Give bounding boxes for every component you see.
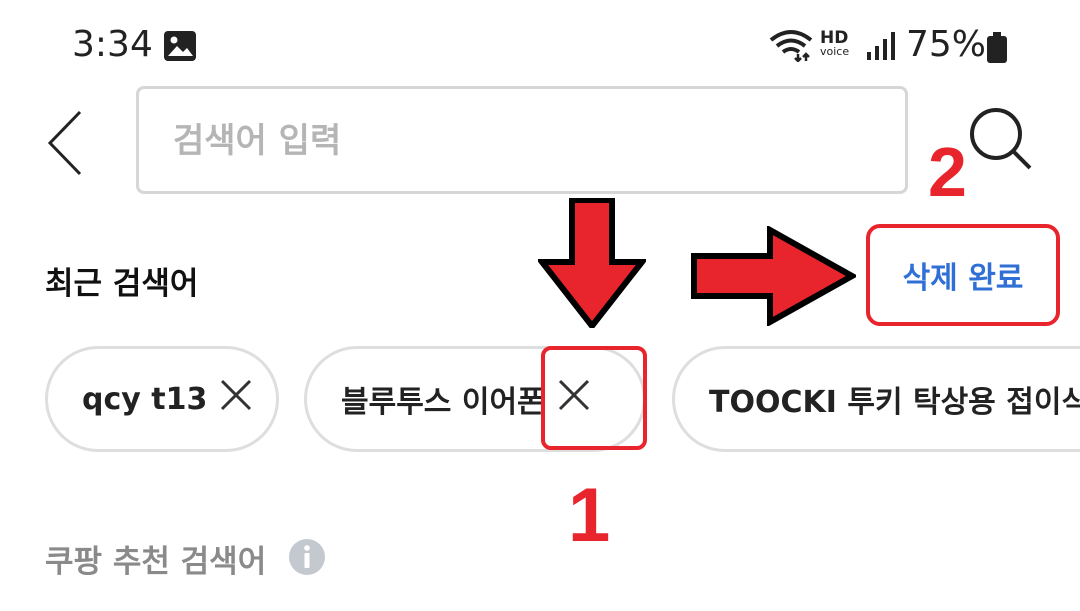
close-icon[interactable] [219, 378, 253, 420]
search-field[interactable] [136, 86, 908, 194]
recent-searches-title: 최근 검색어 [45, 266, 199, 302]
recommended-searches-title: 쿠팡 추천 검색어 [45, 544, 267, 580]
search-icon [970, 108, 1032, 170]
chip-label: 블루투스 이어폰 [341, 385, 545, 420]
battery-percent: 75% [906, 24, 987, 65]
battery-icon [986, 32, 1008, 68]
status-time: 3:34 [72, 24, 153, 65]
back-button[interactable] [40, 108, 96, 178]
info-icon[interactable] [288, 538, 326, 580]
wifi-icon [768, 28, 814, 66]
search-button[interactable] [964, 104, 1036, 176]
signal-icon [866, 32, 896, 64]
hd-voice-icon: HD voice [820, 28, 850, 59]
annotation-number-1: 1 [568, 473, 611, 558]
annotation-number-2: 2 [928, 133, 967, 211]
annotation-highlight-box [541, 346, 647, 450]
chip-label: qcy t13 [82, 381, 208, 417]
image-icon [163, 30, 197, 66]
delete-done-button[interactable]: 삭제 완료 [866, 224, 1060, 326]
annotation-right-arrow [690, 224, 859, 330]
search-input[interactable] [139, 89, 875, 193]
annotation-down-arrow [535, 197, 649, 332]
recent-search-chip[interactable]: qcy t13 [45, 346, 279, 452]
status-bar: 3:34 HD voice 75% [0, 0, 1080, 90]
back-icon [47, 110, 82, 176]
recent-search-chip[interactable]: TOOCKI 투키 탁상용 접이식 [672, 346, 1080, 452]
chip-label: TOOCKI 투키 탁상용 접이식 [709, 385, 1080, 420]
